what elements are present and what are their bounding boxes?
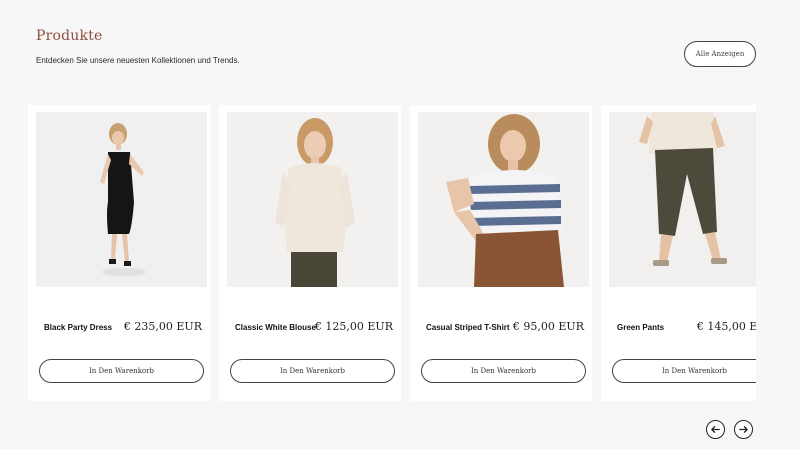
arrow-left-icon (711, 426, 720, 433)
product-card: Green Pants € 145,00 EUR In Den Warenkor… (601, 105, 756, 401)
product-image[interactable] (36, 112, 207, 287)
product-card: Casual Striped T-Shirt € 95,00 EUR In De… (410, 105, 592, 401)
section-title: Produkte (36, 28, 103, 44)
product-card: Classic White Blouse € 125,00 EUR In Den… (219, 105, 401, 401)
product-image[interactable] (609, 112, 756, 287)
add-to-cart-button[interactable]: In Den Warenkorb (421, 359, 586, 383)
product-price: € 125,00 EUR (314, 320, 393, 333)
section-subtitle: Entdecken Sie unsere neuesten Kollektion… (36, 56, 240, 65)
carousel-prev-button[interactable] (706, 420, 725, 439)
add-to-cart-button[interactable]: In Den Warenkorb (230, 359, 395, 383)
view-all-button[interactable]: Alle Anzeigen (684, 41, 756, 67)
product-name: Green Pants (617, 323, 665, 332)
product-price: € 95,00 EUR (512, 320, 584, 333)
product-card: Black Party Dress € 235,00 EUR In Den Wa… (28, 105, 210, 401)
product-name: Black Party Dress (44, 323, 113, 332)
product-image[interactable] (227, 112, 398, 287)
add-to-cart-button[interactable]: In Den Warenkorb (39, 359, 204, 383)
product-carousel: Black Party Dress € 235,00 EUR In Den Wa… (28, 105, 756, 405)
product-name: Casual Striped T-Shirt (426, 323, 510, 332)
product-price: € 145,00 EUR (696, 320, 756, 333)
product-price: € 235,00 EUR (123, 320, 202, 333)
product-name: Classic White Blouse (235, 323, 316, 332)
arrow-right-icon (739, 426, 748, 433)
add-to-cart-button[interactable]: In Den Warenkorb (612, 359, 756, 383)
product-image[interactable] (418, 112, 589, 287)
carousel-next-button[interactable] (734, 420, 753, 439)
products-section: Produkte Entdecken Sie unsere neuesten K… (0, 0, 800, 449)
